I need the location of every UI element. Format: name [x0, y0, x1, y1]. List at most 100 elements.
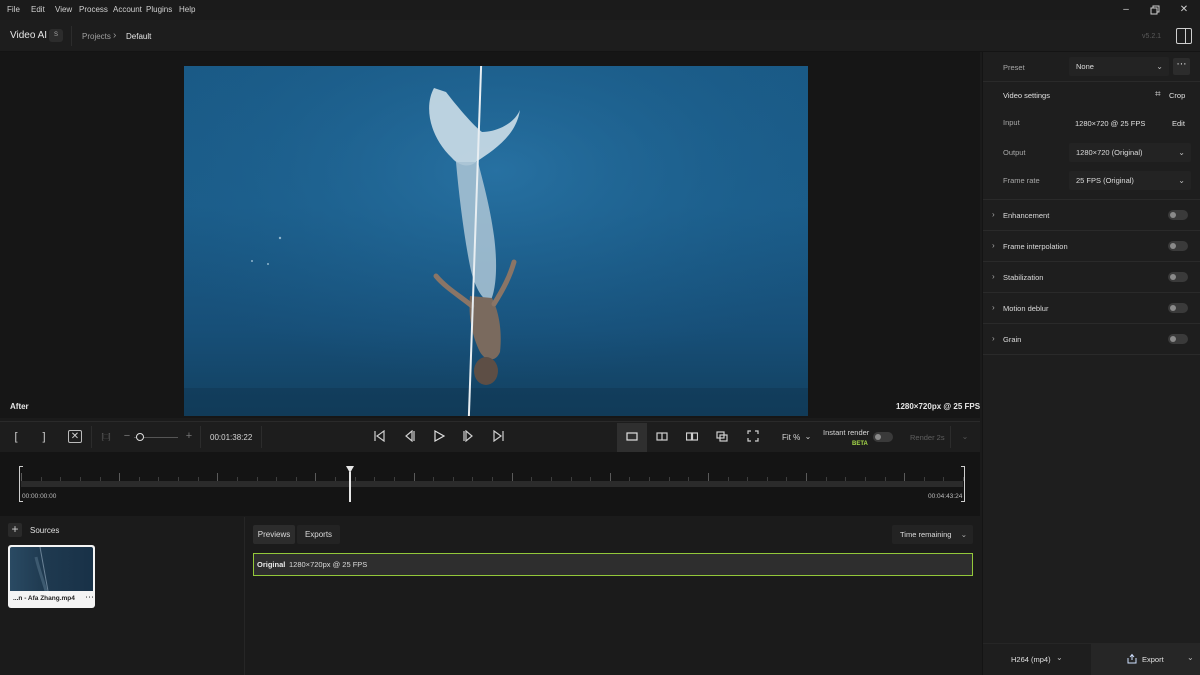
- menu-process[interactable]: Process: [79, 5, 108, 14]
- chevron-right-icon: ›: [992, 334, 995, 343]
- fullscreen-icon[interactable]: [746, 430, 760, 446]
- minimize-icon[interactable]: –: [1119, 3, 1133, 17]
- section-grain[interactable]: › Grain: [983, 324, 1200, 355]
- timeline-tick: [158, 477, 160, 481]
- preset-more-button[interactable]: ⋯: [1173, 58, 1190, 75]
- timeline-tick: [335, 477, 336, 481]
- timeline-tick: [668, 477, 670, 481]
- sort-select[interactable]: Time remaining ⌄: [892, 525, 973, 544]
- frame-interpolation-toggle[interactable]: [1168, 241, 1188, 251]
- section-stabilization[interactable]: › Stabilization: [983, 262, 1200, 293]
- menu-help[interactable]: Help: [179, 5, 195, 14]
- menu-edit[interactable]: Edit: [31, 5, 45, 14]
- single-view-icon[interactable]: [625, 430, 639, 446]
- source-card[interactable]: ...n - Afa Zhang.mp4 ⋯: [8, 545, 95, 608]
- more-options-icon[interactable]: ⋯: [85, 592, 94, 603]
- mark-out-icon[interactable]: ]: [38, 430, 50, 444]
- section-label: Grain: [1003, 335, 1022, 344]
- tab-exports[interactable]: Exports: [297, 525, 340, 544]
- breadcrumb-default[interactable]: Default: [126, 32, 151, 41]
- split-view-icon[interactable]: [655, 430, 669, 446]
- tab-previews[interactable]: Previews: [253, 525, 295, 544]
- preset-select[interactable]: None ⌄: [1069, 57, 1169, 76]
- zoom-out-icon[interactable]: −: [122, 429, 132, 443]
- format-select[interactable]: H264 (mp4): [1011, 655, 1051, 664]
- export-options-chevron-icon[interactable]: ⌄: [1187, 653, 1194, 662]
- restore-icon[interactable]: [1148, 3, 1162, 17]
- menu-account[interactable]: Account: [113, 5, 142, 14]
- app-title: Video AI: [10, 30, 48, 41]
- video-frame[interactable]: [184, 66, 808, 416]
- export-bar: H264 (mp4) ⌄ Export ⌄: [983, 643, 1200, 675]
- add-source-button[interactable]: +: [8, 523, 22, 537]
- timeline-tick: [707, 473, 709, 481]
- preview-row[interactable]: Original 1280×720px @ 25 FPS: [253, 553, 973, 576]
- timeline-tick: [531, 477, 533, 481]
- timecode[interactable]: 00:01:38:22: [210, 433, 252, 442]
- timeline-track[interactable]: [21, 481, 963, 487]
- play-icon[interactable]: [432, 429, 446, 446]
- menu-file[interactable]: File: [7, 5, 20, 14]
- close-icon[interactable]: ✕: [1177, 3, 1191, 17]
- chevron-right-icon: ›: [992, 272, 995, 281]
- motion-deblur-toggle[interactable]: [1168, 303, 1188, 313]
- chevron-down-icon[interactable]: ⌄: [803, 430, 813, 444]
- step-forward-icon[interactable]: [462, 429, 476, 446]
- menu-view[interactable]: View: [55, 5, 72, 14]
- breadcrumb-projects[interactable]: Projects: [82, 32, 111, 41]
- render-options-chevron-icon[interactable]: ⌄: [960, 430, 970, 444]
- sources-panel: + Sources ...n - Afa Zhang.mp4 ⋯: [0, 517, 245, 675]
- timeline-tick: [649, 477, 650, 481]
- timeline-tick: [374, 477, 376, 481]
- chevron-down-icon[interactable]: ⌄: [1056, 653, 1063, 662]
- menu-plugins[interactable]: Plugins: [146, 5, 172, 14]
- panel-toggle-icon[interactable]: [1176, 28, 1192, 44]
- mark-in-icon[interactable]: [: [10, 430, 22, 444]
- grain-toggle[interactable]: [1168, 334, 1188, 344]
- zoom-slider-knob[interactable]: [136, 433, 144, 441]
- crop-button[interactable]: Crop: [1169, 91, 1185, 100]
- zoom-in-icon[interactable]: +: [184, 429, 194, 443]
- timeline[interactable]: 00:00:00:00 00:04:43:24: [0, 452, 980, 516]
- clear-marks-icon[interactable]: ✕: [68, 430, 82, 443]
- playhead[interactable]: [349, 472, 351, 502]
- timeline-tick: [590, 477, 592, 481]
- timeline-tick: [119, 473, 121, 481]
- section-frame-interpolation[interactable]: › Frame interpolation: [983, 231, 1200, 262]
- timeline-tick: [79, 477, 81, 481]
- timeline-tick: [766, 477, 768, 481]
- clip-icon[interactable]: [□]: [99, 430, 113, 444]
- instant-render-toggle[interactable]: [873, 432, 893, 442]
- timeline-tick: [178, 477, 179, 481]
- timeline-end-time: 00:04:43:24: [928, 493, 963, 500]
- section-motion-deblur[interactable]: › Motion deblur: [983, 293, 1200, 324]
- frame-rate-label: Frame rate: [1003, 176, 1040, 185]
- timeline-tick: [806, 473, 807, 481]
- timeline-tick: [295, 477, 297, 481]
- render-button[interactable]: Render 2s: [910, 433, 945, 442]
- timeline-tick: [747, 477, 749, 481]
- skip-to-start-icon[interactable]: [372, 429, 386, 446]
- app-badge[interactable]: S: [49, 29, 63, 42]
- step-back-icon[interactable]: [402, 429, 416, 446]
- timeline-tick: [884, 477, 886, 481]
- enhancement-toggle[interactable]: [1168, 210, 1188, 220]
- input-value: 1280×720 @ 25 FPS: [1075, 119, 1146, 128]
- section-label: Enhancement: [1003, 211, 1050, 220]
- timeline-tick: [40, 477, 42, 481]
- frame-rate-select[interactable]: 25 FPS (Original) ⌄: [1069, 171, 1191, 190]
- side-by-side-icon[interactable]: [685, 430, 699, 446]
- timeline-tick: [21, 473, 22, 481]
- zoom-select[interactable]: Fit %: [782, 433, 800, 442]
- export-button[interactable]: Export ⌄: [1091, 644, 1200, 675]
- section-enhancement[interactable]: › Enhancement: [983, 200, 1200, 231]
- output-select[interactable]: 1280×720 (Original) ⌄: [1069, 143, 1191, 162]
- crop-icon[interactable]: ⌗: [1155, 89, 1161, 100]
- skip-to-end-icon[interactable]: [492, 429, 506, 446]
- edit-input-button[interactable]: Edit: [1172, 119, 1185, 128]
- app-header: Video AI S Projects › Default v5.2.1: [0, 20, 1200, 52]
- chevron-right-icon: ›: [992, 210, 995, 219]
- stabilization-toggle[interactable]: [1168, 272, 1188, 282]
- header-divider: [71, 26, 72, 46]
- compare-grid-icon[interactable]: [715, 430, 729, 446]
